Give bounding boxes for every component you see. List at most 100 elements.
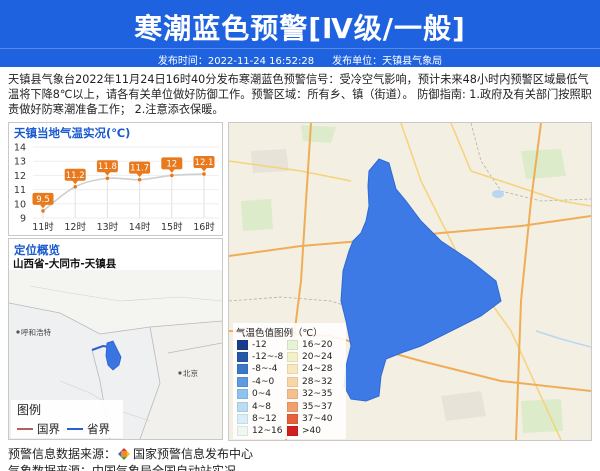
y-tick-label: 12 (14, 171, 26, 182)
locator-panel: 定位概览 山西省-大同市-天镇县 呼和浩特 北京 图例 国界 省界 (8, 238, 223, 440)
alert-description: 天镇县气象台2022年11月24日16时40分发布寒潮蓝色预警信号：受冷空气影响… (8, 73, 592, 116)
legend-item: -8~-4 (237, 364, 278, 375)
legend-swatch (287, 401, 298, 412)
legend-label: 国界 (37, 422, 60, 436)
legend-item: 16~20 (287, 339, 332, 350)
legend-swatch (237, 339, 248, 350)
urban-area (441, 391, 486, 421)
legend-item-province-border: 省界 (67, 421, 110, 437)
data-point (41, 209, 45, 213)
legend-item: -12 (237, 339, 267, 350)
legend-label: 省界 (87, 422, 110, 436)
legend-item: 28~32 (287, 376, 332, 387)
legend-label: 32~35 (302, 389, 333, 400)
legend-swatch (237, 351, 248, 362)
y-tick-label: 11 (14, 185, 26, 196)
legend-item: -4~0 (237, 376, 274, 387)
city-marker (178, 371, 182, 375)
legend-label: 0~4 (252, 389, 271, 400)
locator-legend: 图例 国界 省界 (11, 400, 123, 438)
legend-label: 24~28 (302, 364, 333, 375)
y-tick-label: 9 (20, 214, 26, 225)
legend-swatch (287, 426, 298, 437)
data-label-pointer (201, 167, 207, 172)
legend-swatch (237, 376, 248, 387)
legend-item: 12~16 (237, 426, 282, 437)
chart-title: 天镇当地气温实况(℃) (14, 126, 131, 140)
legend-swatch (287, 376, 298, 387)
data-label: 11.8 (98, 162, 117, 172)
city-label-beijing: 北京 (183, 368, 198, 378)
urban-area (251, 149, 289, 173)
legend-rows: -12 -12~-8 -8~-4 -4~0 0~4 4~8 8~12 12~16 16~20 20… (233, 339, 346, 439)
y-tick-label: 10 (14, 199, 26, 210)
legend-swatch (287, 413, 298, 424)
locator-region: 山西省-大同市-天镇县 (13, 258, 117, 270)
warning-source-link[interactable]: 国家预警信息发布中心 (133, 445, 253, 462)
x-tick-label: 15时 (161, 221, 183, 233)
alert-title: 寒潮蓝色预警[Ⅳ级/一般] (134, 12, 466, 45)
legend-title: 图例 (17, 403, 42, 417)
legend-label: 28~32 (302, 376, 333, 387)
legend-label: >40 (302, 426, 321, 437)
data-point (73, 184, 77, 189)
water-body (492, 190, 504, 198)
park-area (301, 125, 336, 143)
x-tick-label: 11时 (32, 221, 54, 233)
y-tick-label: 14 (14, 143, 26, 154)
alert-header: 寒潮蓝色预警[Ⅳ级/一般] 发布时间：2022-11-24 16:52:28 发布… (0, 0, 600, 67)
legend-swatch (237, 389, 248, 400)
data-label: 11.2 (66, 171, 85, 181)
legend-label: 8~12 (252, 413, 277, 424)
national-border-line-icon (17, 428, 33, 430)
legend-label: -4~0 (252, 376, 275, 387)
warning-source-line: 预警信息数据来源： 国家预警信息发布中心 (8, 445, 253, 462)
legend-item: 32~35 (287, 389, 332, 400)
legend-item: 4~8 (237, 401, 271, 412)
legend-label: 16~20 (302, 339, 333, 350)
legend-item: >40 (287, 426, 321, 437)
x-tick-label: 13时 (97, 221, 119, 233)
data-label: 9.5 (36, 195, 50, 205)
data-point (202, 172, 206, 176)
publish-info: 发布时间：2022-11-24 16:52:28 发布单位：天镇县气象局 (0, 52, 600, 67)
legend-swatch (287, 389, 298, 400)
legend-item: 37~40 (287, 413, 332, 424)
data-point (170, 173, 174, 178)
legend-item: 0~4 (237, 389, 271, 400)
x-tick-label: 12时 (64, 221, 86, 233)
x-tick-label: 16时 (193, 221, 215, 233)
legend-item: 24~28 (287, 364, 332, 375)
legend-label: 4~8 (252, 401, 271, 412)
data-point (105, 176, 110, 181)
legend-item: 8~12 (237, 413, 277, 424)
temperature-chart-panel: 9 10 11 12 13 14 9.5 11.2 11.8 11.7 12 12.1 11时 12时 13… (8, 122, 223, 236)
data-label-pointer (40, 204, 46, 209)
temperature-color-legend: 气温色值图例（℃） -12 -12~-8 -8~-4 -4~0 0~4 4~8 8~12 12… (233, 323, 346, 439)
legend-item-national-border: 国界 (17, 421, 60, 437)
legend-swatch (237, 401, 248, 412)
legend-label: -8~-4 (252, 364, 278, 375)
warning-map-panel: 气温色值图例（℃） -12 -12~-8 -8~-4 -4~0 0~4 4~8 8~12 12… (228, 122, 592, 441)
park-area (241, 199, 273, 231)
legend-label: -12~-8 (252, 351, 284, 362)
weather-source-line: 气象数据来源：中国气象局全国自动站实况 (8, 464, 237, 471)
legend-label: 12~16 (252, 426, 283, 437)
legend-item: -12~-8 (237, 351, 283, 362)
y-tick-label: 13 (14, 157, 26, 168)
legend-swatch (237, 413, 248, 424)
warning-source-label: 预警信息数据来源： (8, 447, 117, 461)
legend-item: 35~37 (287, 401, 332, 412)
data-point (137, 177, 142, 182)
park-area (521, 149, 566, 179)
data-label-pointer (72, 180, 79, 185)
publisher: 发布单位：天镇县气象局 (332, 56, 443, 67)
data-label: 12 (166, 159, 177, 169)
city-marker (16, 330, 20, 334)
park-area (521, 399, 563, 433)
publish-time: 发布时间：2022-11-24 16:52:28 (157, 56, 315, 67)
data-label-pointer (168, 169, 175, 173)
legend-item: 20~24 (287, 351, 332, 362)
legend-swatch (287, 339, 298, 350)
legend-swatch (237, 364, 248, 375)
